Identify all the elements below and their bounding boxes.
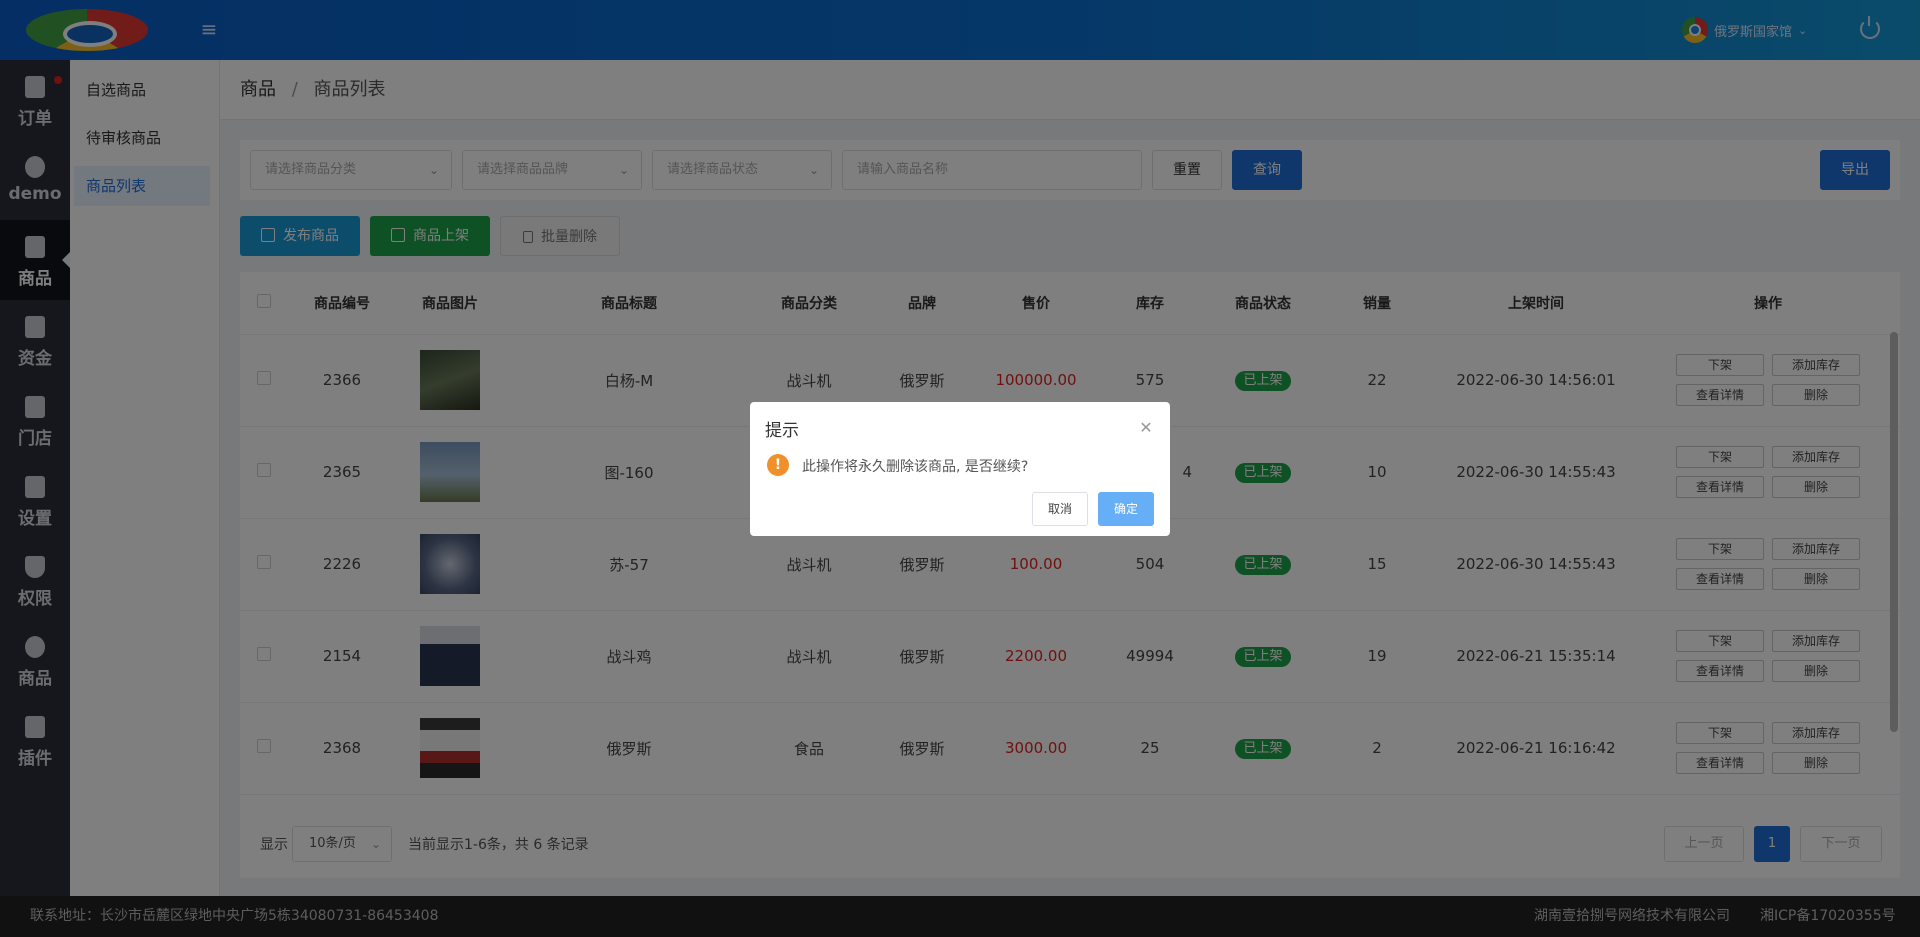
dialog-message: 此操作将永久删除该商品, 是否继续? (802, 459, 1029, 475)
dialog-cancel-button[interactable]: 取消 (1032, 492, 1088, 526)
warning-icon: ! (767, 454, 789, 476)
dialog-title: 提示 (765, 421, 799, 441)
dialog-confirm-button[interactable]: 确定 (1098, 492, 1154, 526)
close-icon[interactable]: ✕ (1138, 420, 1154, 436)
confirm-dialog: 提示 ✕ ! 此操作将永久删除该商品, 是否继续? 取消 确定 (750, 402, 1170, 536)
